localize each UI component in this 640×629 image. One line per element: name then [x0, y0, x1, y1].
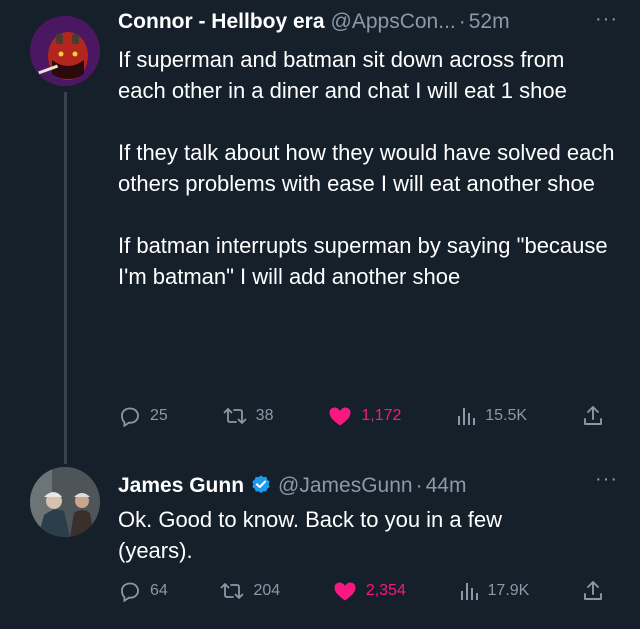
timestamp[interactable]: 44m [426, 474, 467, 498]
avatar-connor[interactable] [30, 16, 100, 86]
tweet-text: Ok. Good to know. Back to you in a few (… [118, 504, 618, 566]
tweet-header: Connor - Hellboy era @AppsCon... · 52m [118, 10, 510, 34]
like-count: 2,354 [365, 582, 406, 599]
author-name[interactable]: James Gunn [118, 474, 244, 498]
james-gunn-avatar-image [30, 467, 100, 537]
action-bar: 64 204 2,354 17.9K [118, 579, 613, 603]
views-icon [458, 408, 476, 425]
more-icon[interactable]: ··· [595, 9, 618, 29]
author-name[interactable]: Connor - Hellboy era [118, 10, 325, 34]
header-separator: · [415, 474, 423, 497]
like-icon [329, 407, 351, 426]
tweet-paragraph: If superman and batman sit down across f… [118, 47, 567, 103]
share-button[interactable] [581, 404, 613, 428]
tweet-connor[interactable]: Connor - Hellboy era @AppsCon... · 52m ·… [0, 0, 640, 464]
verified-badge-icon[interactable] [250, 474, 272, 496]
repost-button[interactable]: 204 [219, 579, 280, 603]
reply-count: 25 [150, 407, 168, 424]
share-icon [584, 581, 602, 600]
avatar-james-gunn[interactable] [30, 467, 100, 537]
repost-icon [221, 583, 244, 599]
repost-icon [223, 408, 247, 424]
hellboy-avatar-image [30, 16, 100, 86]
reply-icon [121, 582, 139, 603]
views-button[interactable]: 15.5K [455, 404, 527, 428]
like-button[interactable]: 1,172 [327, 404, 401, 428]
author-handle[interactable]: @AppsCon... [331, 10, 456, 34]
reply-icon [121, 407, 139, 428]
tweet-paragraph: If batman interrupts superman by saying … [118, 233, 608, 289]
tweet-james-gunn[interactable]: James Gunn @JamesGunn · 44m ··· Ok. Good… [0, 460, 640, 629]
views-button[interactable]: 17.9K [458, 579, 530, 603]
reply-button[interactable]: 64 [118, 579, 168, 603]
thread-connector-line [64, 92, 67, 464]
header-separator: · [458, 10, 466, 33]
tweet-header: James Gunn @JamesGunn · 44m [118, 470, 466, 498]
repost-button[interactable]: 38 [222, 404, 274, 428]
like-count: 1,172 [361, 407, 402, 424]
author-handle[interactable]: @JamesGunn [278, 474, 413, 498]
repost-count: 38 [255, 407, 274, 424]
tweet-paragraph: Ok. Good to know. Back to you in a few (… [118, 507, 502, 563]
views-icon [460, 583, 478, 600]
reply-button[interactable]: 25 [118, 404, 168, 428]
share-icon [584, 406, 602, 425]
like-button[interactable]: 2,354 [332, 579, 406, 603]
view-count: 15.5K [485, 407, 528, 424]
share-button[interactable] [581, 579, 613, 603]
repost-count: 204 [253, 582, 281, 599]
tweet-text: If superman and batman sit down across f… [118, 44, 618, 292]
tweet-paragraph: If they talk about how they would have s… [118, 140, 615, 196]
action-bar: 25 38 1,172 15.5K [118, 404, 613, 428]
reply-count: 64 [150, 582, 168, 599]
timestamp[interactable]: 52m [469, 10, 510, 34]
like-icon [334, 582, 356, 601]
more-icon[interactable]: ··· [595, 469, 618, 489]
view-count: 17.9K [487, 582, 530, 599]
